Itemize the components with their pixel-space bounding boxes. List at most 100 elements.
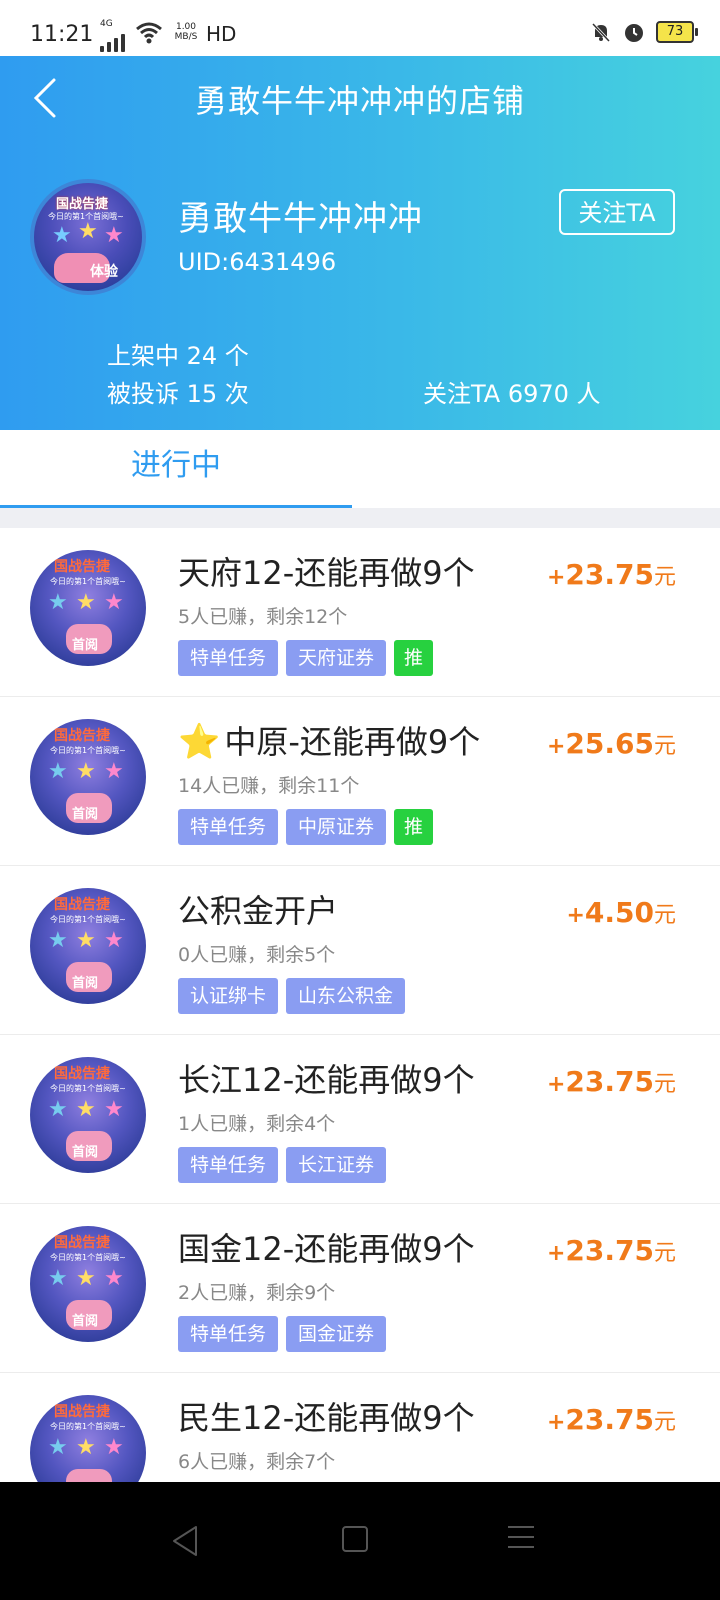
tab-in-progress[interactable]: 进行中 <box>0 430 352 508</box>
task-tag: 国金证券 <box>286 1316 387 1352</box>
task-title-text: 国金12-还能再做9个 <box>178 1230 475 1268</box>
task-thumbnail: 国战告捷今日的第1个首阅哦~★★★首阅 <box>30 1395 146 1482</box>
star-icon: ⭐ <box>178 722 221 762</box>
reward-amount: 23.75 <box>565 1234 654 1267</box>
follower-count: 关注TA 6970 人 <box>423 380 601 408</box>
star-icon: ★ <box>104 1435 124 1460</box>
task-title: 民生12-还能再做9个 <box>178 1393 475 1439</box>
nav-back-icon[interactable] <box>170 1524 200 1558</box>
star-icon: ★ <box>78 219 98 244</box>
task-title: 公积金开户 <box>178 886 338 932</box>
star-icon: ★ <box>48 1435 68 1460</box>
page-title: 勇敢牛牛冲冲冲的店铺 <box>194 82 525 120</box>
task-stats: 5人已赚，剩余12个 <box>178 606 348 628</box>
star-icon: ★ <box>104 590 124 615</box>
task-item[interactable]: 国战告捷 今日的第1个首阅哦~ ★ ★ ★ 首阅 国金12-还能再做9个 2人已赚，剩余9个特… <box>0 1204 720 1373</box>
reward-amount: 23.75 <box>565 558 654 591</box>
star-icon: ★ <box>48 590 68 615</box>
thumb-caption: 国战告捷 <box>54 559 110 575</box>
follow-button[interactable]: 关注TA <box>559 189 675 235</box>
reward-sign: + <box>566 903 585 928</box>
star-icon: ★ <box>48 759 68 784</box>
star-icon: ★ <box>76 928 96 953</box>
thumb-subcaption: 今日的第1个首阅哦~ <box>50 915 126 924</box>
task-title-text: 长江12-还能再做9个 <box>178 1061 475 1099</box>
task-thumbnail: 国战告捷今日的第1个首阅哦~★★★首阅 <box>30 1226 146 1342</box>
task-title: 国金12-还能再做9个 <box>178 1224 475 1270</box>
task-title-text: 中原-还能再做9个 <box>224 723 481 761</box>
star-icon: ★ <box>48 1266 68 1291</box>
task-tag: 特单任务 <box>178 809 279 845</box>
alarm-icon <box>625 24 643 42</box>
recommend-tag: 推 <box>394 640 434 676</box>
star-icon: ★ <box>76 590 96 615</box>
thumb-badge: 首阅 <box>72 976 99 991</box>
task-item[interactable]: 国战告捷 今日的第1个首阅哦~ ★ ★ ★ 首阅 ⭐ 中原-还能再做9个 14人已赚，剩余11个… <box>0 697 720 866</box>
task-title-text: 民生12-还能再做9个 <box>178 1399 475 1437</box>
task-item[interactable]: 国战告捷 今日的第1个首阅哦~ ★ ★ ★ 首阅 公积金开户 0人已赚，剩余5个 认证绑卡 山东公… <box>0 866 720 1035</box>
task-title-text: 天府12-还能再做9个 <box>178 554 475 592</box>
status-time: 11:21 <box>30 22 94 47</box>
thumb-badge: 首阅 <box>72 638 99 653</box>
task-tag: 特单任务 <box>178 1147 279 1183</box>
reward-unit: 元 <box>653 565 676 590</box>
task-item[interactable]: 国战告捷今日的第1个首阅哦~★★★首阅民生12-还能再做9个6人已赚，剩余7个+… <box>0 1373 720 1482</box>
reward-sign: + <box>546 1410 566 1435</box>
task-reward: +23.75元 <box>547 1234 676 1267</box>
task-tag: 特单任务 <box>178 1316 279 1352</box>
star-icon: ★ <box>76 1435 96 1460</box>
task-stats: 6人已赚，剩余7个 <box>178 1451 336 1473</box>
reward-amount: 25.65 <box>565 727 654 760</box>
task-item[interactable]: 国战告捷 今日的第1个首阅哦~ ★ ★ ★ 首阅 长江12-还能再做9个 1人已赚，剩余4个特… <box>0 1035 720 1204</box>
bell-mute-icon <box>591 22 611 43</box>
task-tag: 山东公积金 <box>286 978 406 1014</box>
star-icon: ★ <box>48 1097 68 1122</box>
section-divider <box>0 508 720 528</box>
reward-sign: + <box>546 565 566 590</box>
task-tag: 特单任务 <box>178 640 279 676</box>
task-reward: +23.75元 <box>547 558 676 591</box>
system-nav-bar <box>0 1482 720 1600</box>
shop-name: 勇敢牛牛冲冲冲 <box>178 199 423 239</box>
task-reward: +4.50元 <box>566 896 676 929</box>
listed-count: 上架中 24 个 <box>107 342 249 370</box>
thumb-caption: 国战告捷 <box>54 728 110 744</box>
avatar-badge: 体验 <box>90 264 118 280</box>
shop-uid: UID:6431496 <box>178 248 337 276</box>
thumb-caption: 国战告捷 <box>54 1235 110 1251</box>
reward-sign: + <box>546 734 566 759</box>
task-tag: 中原证券 <box>286 809 387 845</box>
star-icon: ★ <box>76 1266 96 1291</box>
reward-unit: 元 <box>653 1410 676 1435</box>
complaint-count: 被投诉 15 次 <box>107 380 249 408</box>
reward-amount: 23.75 <box>565 1403 654 1436</box>
task-title-text: 公积金开户 <box>178 892 339 930</box>
task-reward: +25.65元 <box>547 727 676 760</box>
task-thumbnail: 国战告捷今日的第1个首阅哦~★★★首阅 <box>30 888 146 1004</box>
task-stats: 1人已赚，剩余4个 <box>178 1113 336 1135</box>
nav-menu-icon[interactable] <box>508 1526 534 1552</box>
task-reward: +23.75元 <box>547 1065 676 1098</box>
task-stats: 0人已赚，剩余5个 <box>178 944 336 966</box>
thumb-subcaption: 今日的第1个首阅哦~ <box>50 746 126 755</box>
nav-home-icon[interactable] <box>342 1526 368 1552</box>
task-thumbnail: 国战告捷今日的第1个首阅哦~★★★首阅 <box>30 719 146 835</box>
reward-amount: 4.50 <box>584 896 654 929</box>
thumb-subcaption: 今日的第1个首阅哦~ <box>50 1422 126 1431</box>
hd-indicator: HD <box>206 22 237 46</box>
reward-unit: 元 <box>653 1072 676 1097</box>
task-item[interactable]: 国战告捷今日的第1个首阅哦~ ★ ★ ★ 首阅 天府12-还能再做9个 5人已赚，剩余12个… <box>0 528 720 697</box>
star-icon: ★ <box>104 1097 124 1122</box>
task-tags: 特单任务 中原证券推 <box>178 809 434 845</box>
thumb-subcaption: 今日的第1个首阅哦~ <box>50 577 126 586</box>
star-icon: ★ <box>48 928 68 953</box>
signal-icon <box>100 30 125 52</box>
reward-amount: 23.75 <box>565 1065 654 1098</box>
thumb-caption: 国战告捷 <box>54 1404 110 1420</box>
task-tags: 特单任务 长江证券 <box>178 1147 387 1183</box>
wifi-icon <box>136 22 162 44</box>
task-tags: 特单任务 天府证券推 <box>178 640 434 676</box>
task-tag: 长江证券 <box>286 1147 387 1183</box>
star-icon: ★ <box>76 1097 96 1122</box>
task-tag: 天府证券 <box>286 640 387 676</box>
